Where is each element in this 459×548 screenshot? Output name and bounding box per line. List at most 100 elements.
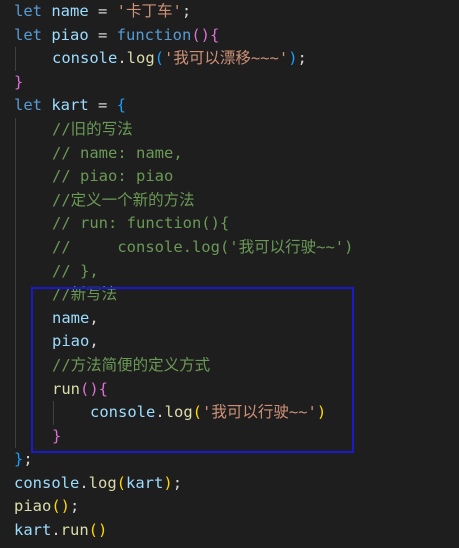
code-area[interactable]: let name = '卡丁车'; let piao = function(){c… bbox=[14, 0, 459, 543]
code-token: piao bbox=[51, 25, 89, 44]
code-token: //定义一个新的方法 bbox=[52, 190, 195, 209]
code-line[interactable]: let name = '卡丁车'; bbox=[14, 0, 459, 24]
code-line[interactable]: run(){ bbox=[14, 377, 459, 402]
code-token: { bbox=[116, 96, 127, 115]
code-line-content: let kart = { bbox=[14, 94, 126, 118]
indent-guide bbox=[15, 353, 16, 378]
code-token: } bbox=[14, 72, 24, 91]
code-token: ) bbox=[163, 473, 173, 492]
code-token: . bbox=[155, 403, 165, 422]
code-token: kart bbox=[14, 521, 52, 540]
indent-guide bbox=[53, 401, 54, 425]
code-token: ; bbox=[23, 450, 33, 469]
indent-guide bbox=[15, 259, 16, 284]
indent-guide bbox=[15, 235, 16, 260]
code-line-content: console.log(kart); bbox=[14, 472, 182, 496]
indent-guide bbox=[15, 377, 16, 402]
code-token: ) bbox=[316, 403, 327, 422]
code-token: ) bbox=[288, 49, 298, 68]
code-token: //旧的写法 bbox=[52, 119, 133, 138]
indent-guide bbox=[15, 188, 16, 213]
code-token: name bbox=[51, 2, 89, 20]
code-token: console bbox=[90, 403, 156, 422]
code-line-content: piao, bbox=[52, 330, 99, 354]
code-token: log bbox=[164, 403, 193, 422]
code-line[interactable]: }; bbox=[14, 448, 459, 472]
code-line[interactable]: //新写法 bbox=[14, 283, 459, 307]
code-line[interactable]: let piao = function(){ bbox=[14, 24, 459, 48]
code-token: } bbox=[52, 426, 62, 445]
code-line-content: console.log('我可以行驶~~') bbox=[90, 401, 326, 425]
code-token: ; bbox=[181, 2, 192, 20]
code-line-content: let piao = function(){ bbox=[14, 24, 219, 48]
code-token: kart bbox=[126, 473, 164, 492]
code-line[interactable]: console.log('我可以行驶~~') bbox=[14, 401, 459, 425]
code-line[interactable]: } bbox=[14, 71, 459, 95]
indent-guide bbox=[15, 283, 16, 307]
indent-guide bbox=[15, 424, 16, 449]
code-line[interactable]: // name: name, bbox=[14, 141, 459, 166]
code-token: ; bbox=[172, 473, 183, 492]
code-line-content: //旧的写法 bbox=[52, 118, 133, 142]
code-token: name bbox=[52, 308, 90, 327]
code-token: //新写法 bbox=[52, 285, 118, 304]
code-token: run bbox=[60, 521, 89, 540]
code-line-content: }; bbox=[14, 448, 33, 472]
code-line[interactable]: // piao: piao bbox=[14, 165, 459, 189]
code-token: . bbox=[117, 49, 127, 68]
code-line[interactable]: let kart = { bbox=[14, 94, 459, 118]
code-token: // }, bbox=[52, 261, 99, 280]
code-line-content: } bbox=[14, 71, 23, 95]
indent-guide bbox=[15, 306, 16, 331]
code-token: console bbox=[52, 49, 118, 68]
code-line[interactable]: //方法简便的定义方式 bbox=[14, 353, 459, 378]
code-line-content: //方法简便的定义方式 bbox=[52, 354, 210, 378]
indent-guide bbox=[15, 47, 16, 71]
code-line-content: // }, bbox=[52, 260, 99, 284]
indent-guide bbox=[15, 212, 16, 236]
code-token: ( bbox=[192, 403, 203, 422]
code-token: = bbox=[88, 96, 117, 115]
code-line-content: console.log('我可以漂移~~~'); bbox=[52, 47, 307, 71]
indent-guide bbox=[15, 330, 16, 354]
code-token: . bbox=[79, 473, 89, 492]
code-line-content: piao(); bbox=[14, 495, 79, 519]
code-line[interactable]: kart.run() bbox=[14, 519, 459, 543]
code-line[interactable]: piao, bbox=[14, 330, 459, 354]
code-line[interactable]: name, bbox=[14, 306, 459, 331]
code-line[interactable]: // run: function(){ bbox=[14, 212, 459, 236]
code-line-content: } bbox=[52, 425, 61, 449]
code-token: run bbox=[52, 379, 80, 398]
code-token: } bbox=[14, 450, 24, 469]
code-token: '我可以行驶~~' bbox=[202, 403, 317, 422]
code-line[interactable]: console.log('我可以漂移~~~'); bbox=[14, 47, 459, 71]
code-line-content: //定义一个新的方法 bbox=[52, 189, 195, 213]
code-line[interactable]: // console.log('我可以行驶~~') bbox=[14, 235, 459, 260]
code-line[interactable]: //定义一个新的方法 bbox=[14, 188, 459, 213]
code-token: () bbox=[88, 521, 108, 540]
code-token: ; bbox=[70, 497, 80, 516]
code-token: piao bbox=[52, 332, 90, 351]
code-line[interactable]: } bbox=[14, 424, 459, 449]
code-line-content: // name: name, bbox=[52, 142, 183, 166]
code-line[interactable]: console.log(kart); bbox=[14, 472, 459, 496]
code-line[interactable]: piao(); bbox=[14, 495, 459, 519]
code-line[interactable]: //旧的写法 bbox=[14, 117, 459, 142]
code-token: // console.log('我可以行驶~~') bbox=[52, 237, 354, 256]
code-line-content: name, bbox=[52, 307, 99, 331]
code-token: // run: function(){ bbox=[52, 214, 230, 233]
code-line[interactable]: // }, bbox=[14, 259, 459, 284]
code-token: () bbox=[191, 25, 210, 44]
code-token: //方法简便的定义方式 bbox=[52, 355, 211, 374]
code-token: // name: name, bbox=[52, 143, 183, 162]
code-token: console bbox=[14, 473, 80, 492]
code-token: let bbox=[14, 25, 42, 44]
code-line-content: // piao: piao bbox=[52, 165, 173, 189]
indent-guide bbox=[15, 117, 16, 142]
code-token: piao bbox=[14, 497, 52, 516]
code-token: , bbox=[89, 308, 99, 327]
indent-guide bbox=[15, 165, 16, 189]
code-editor[interactable]: let name = '卡丁车'; let piao = function(){c… bbox=[0, 0, 459, 548]
